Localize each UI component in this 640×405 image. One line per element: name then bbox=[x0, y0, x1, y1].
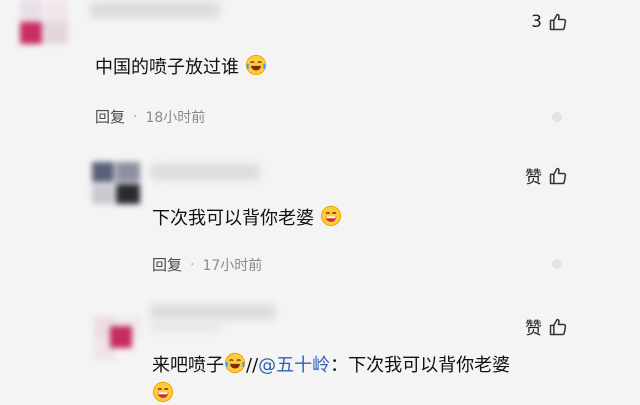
laugh-cry-emoji-icon bbox=[245, 54, 267, 76]
quote-colon: ： bbox=[330, 355, 349, 376]
avatar[interactable] bbox=[20, 0, 70, 44]
laugh-cry-emoji-icon bbox=[224, 352, 246, 374]
reply-button[interactable]: 回复 bbox=[152, 254, 182, 275]
separator-dot: · bbox=[133, 108, 138, 125]
timestamp: 18小时前 bbox=[145, 109, 206, 126]
grin-emoji-icon bbox=[320, 205, 342, 227]
more-options-icon[interactable] bbox=[552, 112, 562, 122]
username-redacted bbox=[90, 2, 220, 18]
like-count: 3 bbox=[531, 12, 542, 32]
like-label: 赞 bbox=[525, 319, 542, 339]
comment-meta: 回复 · 18小时前 bbox=[95, 106, 205, 127]
comment-text-continued bbox=[152, 381, 174, 405]
quoted-text: 下次我可以背你老婆 bbox=[348, 355, 511, 376]
comment-text: 下次我可以背你老婆 bbox=[152, 204, 342, 230]
thumbs-up-icon bbox=[548, 166, 568, 186]
like-button[interactable]: 赞 bbox=[525, 163, 568, 188]
thumbs-up-icon bbox=[548, 12, 568, 32]
comment-text: 中国的喷子放过谁 bbox=[95, 53, 267, 79]
comment-text: 来吧喷子 //@五十岭：下次我可以背你老婆 bbox=[152, 351, 510, 377]
username-redacted bbox=[150, 164, 260, 180]
username-redacted bbox=[150, 304, 275, 320]
more-options-icon[interactable] bbox=[552, 259, 562, 269]
username-redacted bbox=[150, 322, 220, 332]
thumbs-up-icon bbox=[548, 317, 568, 337]
like-button[interactable]: 赞 bbox=[525, 314, 568, 339]
like-label: 赞 bbox=[525, 168, 542, 188]
timestamp: 17小时前 bbox=[202, 257, 263, 274]
avatar[interactable] bbox=[94, 316, 140, 360]
quote-separator: // bbox=[246, 355, 259, 376]
reply-button[interactable]: 回复 bbox=[95, 106, 125, 127]
like-button[interactable]: 3 bbox=[531, 12, 568, 32]
avatar[interactable] bbox=[92, 162, 140, 204]
grin-emoji-icon bbox=[152, 381, 174, 403]
mention-link[interactable]: @五十岭 bbox=[258, 355, 330, 376]
separator-dot: · bbox=[190, 256, 195, 273]
comment-meta: 回复 · 17小时前 bbox=[152, 254, 262, 275]
